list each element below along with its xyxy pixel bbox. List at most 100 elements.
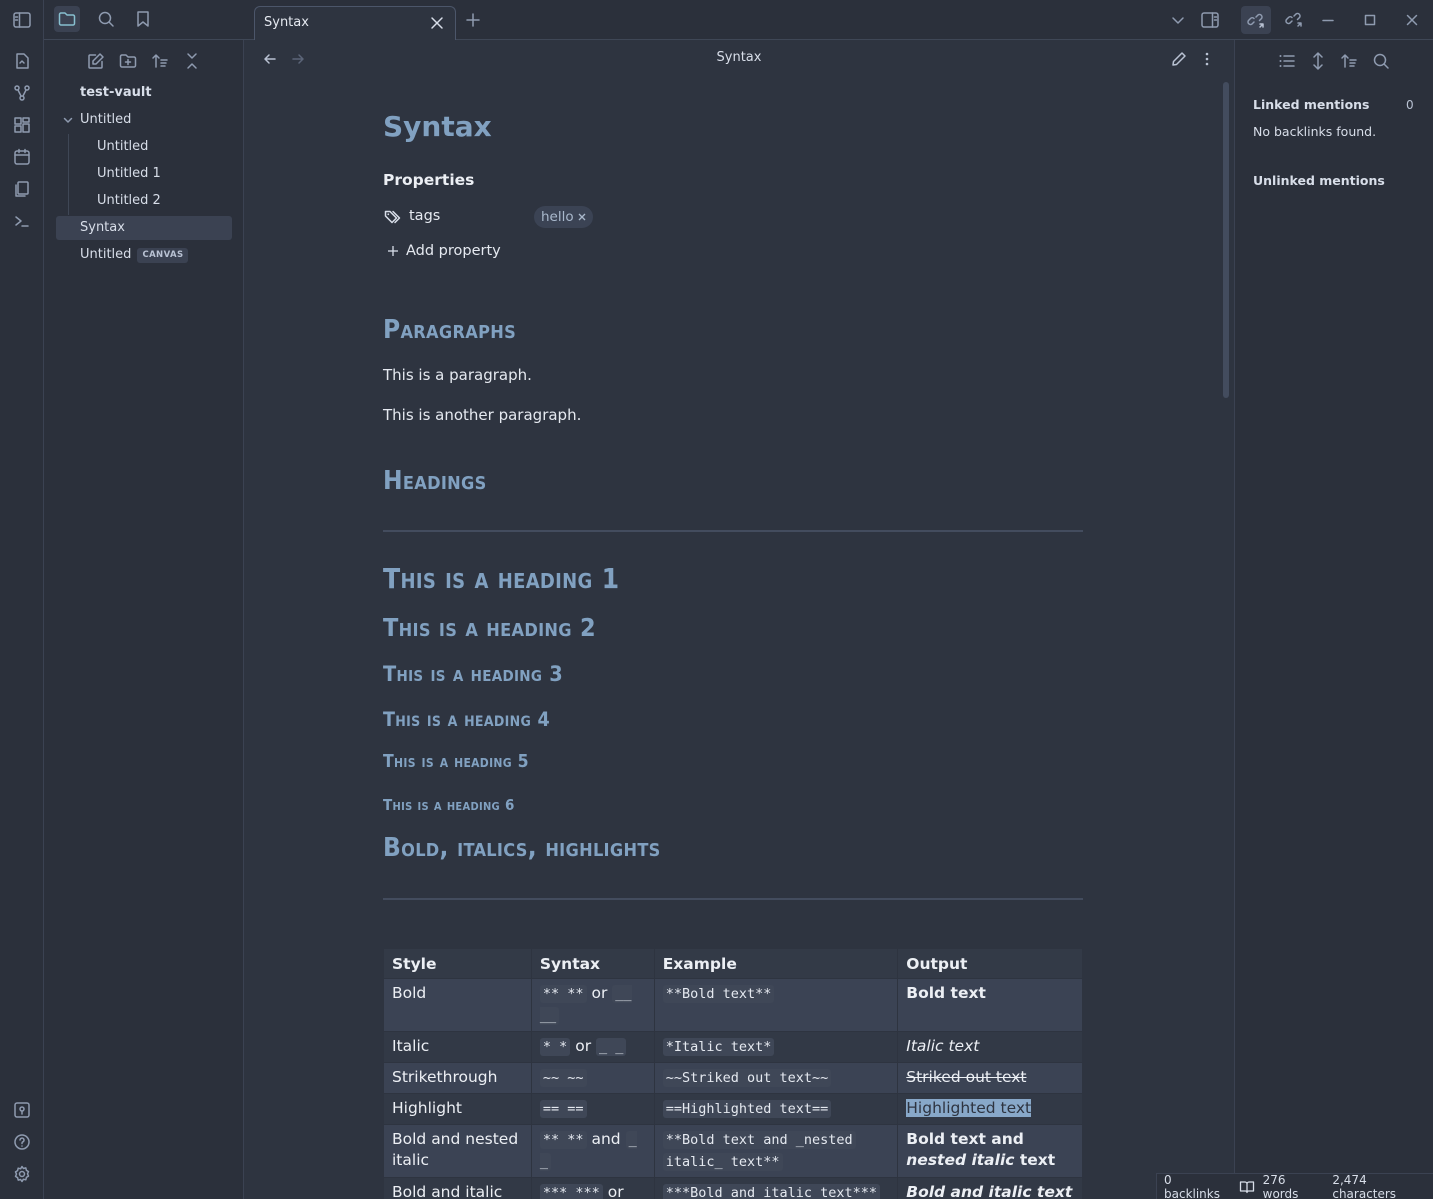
collapse-all-icon[interactable] [179, 48, 205, 74]
table-cell[interactable]: Italic [383, 1031, 532, 1063]
character-count[interactable]: 2,474 characters [1332, 1173, 1433, 1199]
sidebar-item-syntax[interactable]: Syntax [56, 216, 232, 240]
word-count[interactable]: 276 words [1263, 1173, 1325, 1199]
table-cell[interactable]: Bold and italic [383, 1177, 532, 1199]
section-heading-headings[interactable]: Headings [383, 466, 487, 496]
sidebar-item-untitled-2[interactable]: Untitled 2 [97, 189, 161, 213]
heading-5[interactable]: This is a heading 5 [383, 752, 529, 772]
table-cell[interactable]: Strikethrough [383, 1062, 532, 1094]
minimize-icon[interactable] [1315, 7, 1341, 33]
sidebar-item-untitled-folder[interactable]: Untitled [62, 108, 232, 132]
remove-tag-icon[interactable] [577, 212, 587, 222]
properties-heading[interactable]: Properties [383, 171, 474, 189]
heading-2[interactable]: This is a heading 2 [383, 613, 596, 642]
property-key-tags[interactable]: tags [409, 208, 440, 224]
note-title[interactable]: Syntax [383, 110, 492, 143]
templates-icon[interactable] [12, 179, 32, 199]
bookmark-icon[interactable] [130, 6, 156, 32]
help-icon[interactable] [12, 1132, 32, 1152]
heading-1[interactable]: This is a heading 1 [383, 562, 619, 595]
table-cell[interactable]: *** *** or [530, 1177, 655, 1199]
table-cell[interactable]: == == [530, 1093, 655, 1125]
tab-list-chevron-down-icon[interactable] [1165, 7, 1191, 33]
backlinks-view-icon[interactable] [1241, 6, 1271, 34]
close-tab-icon[interactable] [430, 16, 444, 30]
editor-scrollbar[interactable] [1223, 82, 1229, 398]
unlinked-mentions-heading[interactable]: Unlinked mentions [1253, 173, 1385, 188]
sidebar-item-untitled-canvas[interactable]: Untitled CANVAS [80, 243, 189, 267]
table-cell[interactable]: Highlighted text [897, 1093, 1083, 1125]
paragraph-1[interactable]: This is a paragraph. [383, 366, 532, 384]
reading-book-icon[interactable] [1239, 1180, 1255, 1194]
table-cell[interactable]: Bold and nested italic [383, 1124, 532, 1178]
table-cell[interactable]: ==Highlighted text== [653, 1093, 899, 1125]
table-cell[interactable]: ~~Striked out text~~ [653, 1062, 899, 1094]
backlinks-count[interactable]: 0 backlinks [1164, 1173, 1231, 1199]
search-icon[interactable] [1368, 48, 1394, 74]
edit-pencil-icon[interactable] [1166, 46, 1192, 72]
sidebar-item-untitled-1[interactable]: Untitled 1 [97, 162, 161, 186]
canvas-badge: CANVAS [137, 248, 189, 263]
sidebar-item-untitled[interactable]: Untitled [97, 135, 148, 159]
table-cell[interactable]: **Bold text and _nested italic_ text** [653, 1124, 899, 1178]
code-span: italic_ text** [662, 1153, 783, 1171]
new-note-icon[interactable] [83, 48, 109, 74]
heading-4[interactable]: This is a heading 4 [383, 708, 550, 731]
toggle-right-sidebar-icon[interactable] [1197, 7, 1223, 33]
table-cell[interactable]: **Bold text** [653, 978, 899, 1032]
no-backlinks-message: No backlinks found. [1253, 124, 1377, 139]
vault-switcher-icon[interactable] [12, 1100, 32, 1120]
close-window-icon[interactable] [1399, 7, 1425, 33]
sort-order-icon[interactable] [147, 48, 173, 74]
toggle-left-sidebar-icon[interactable] [12, 10, 32, 30]
table-cell[interactable]: *Italic text* [653, 1031, 899, 1063]
tag-pill-hello[interactable]: hello [534, 206, 593, 228]
table-cell[interactable]: Bold [383, 978, 532, 1032]
table-cell[interactable]: * * or _ _ [530, 1031, 655, 1063]
canvas-icon[interactable] [12, 115, 32, 135]
chevron-down-icon [62, 114, 74, 126]
section-heading-bold-italics[interactable]: Bold, italics, highlights [383, 833, 661, 863]
new-folder-icon[interactable] [115, 48, 141, 74]
column-header[interactable]: Example [653, 948, 899, 979]
new-tab-plus-icon[interactable] [460, 7, 486, 33]
table-cell[interactable]: Bold text [897, 978, 1083, 1032]
table-cell[interactable]: ** ** or __ __ [530, 978, 655, 1032]
quick-switcher-icon[interactable] [12, 51, 32, 71]
code-span: ~~ ~~ [539, 1069, 587, 1087]
add-property-button[interactable]: Add property [387, 243, 501, 259]
table-cell[interactable]: Striked out text [897, 1062, 1083, 1094]
outgoing-links-icon[interactable] [1281, 6, 1307, 32]
settings-gear-icon[interactable] [12, 1164, 32, 1184]
calendar-icon[interactable] [12, 147, 32, 167]
table-cell[interactable]: Italic text [897, 1031, 1083, 1063]
table-cell[interactable]: Bold and italic text [897, 1177, 1083, 1199]
expand-results-icon[interactable] [1305, 48, 1331, 74]
linked-mentions-heading[interactable]: Linked mentions [1253, 97, 1370, 112]
section-heading-paragraphs[interactable]: Paragraphs [383, 315, 516, 345]
horizontal-rule [383, 898, 1083, 900]
file-explorer: test-vault Untitled Untitled Untitled 1 … [44, 40, 244, 1199]
more-options-icon[interactable] [1194, 46, 1220, 72]
tab-syntax[interactable]: Syntax [254, 6, 456, 40]
table-cell[interactable]: ** ** and _ _ [530, 1124, 655, 1178]
heading-6[interactable]: This is a heading 6 [383, 796, 515, 814]
terminal-icon[interactable] [12, 211, 32, 231]
file-explorer-tab-icon[interactable] [54, 6, 80, 32]
sort-order-icon[interactable] [1336, 48, 1362, 74]
column-header[interactable]: Syntax [530, 948, 655, 979]
column-header[interactable]: Output [897, 948, 1083, 979]
column-header[interactable]: Style [383, 948, 532, 979]
paragraph-2[interactable]: This is another paragraph. [383, 406, 581, 424]
table-cell[interactable]: Highlight [383, 1093, 532, 1125]
maximize-icon[interactable] [1357, 7, 1383, 33]
list-view-icon[interactable] [1274, 48, 1300, 74]
table-cell[interactable]: ***Bold and italic text*** [653, 1177, 899, 1199]
heading-3[interactable]: This is a heading 3 [383, 662, 563, 687]
graph-view-icon[interactable] [12, 83, 32, 103]
vault-name[interactable]: test-vault [80, 81, 152, 105]
view-header-title[interactable]: Syntax [245, 50, 1233, 65]
table-cell[interactable]: ~~ ~~ [530, 1062, 655, 1094]
table-cell[interactable]: Bold text and nested italic text [897, 1124, 1083, 1178]
search-icon[interactable] [93, 6, 119, 32]
